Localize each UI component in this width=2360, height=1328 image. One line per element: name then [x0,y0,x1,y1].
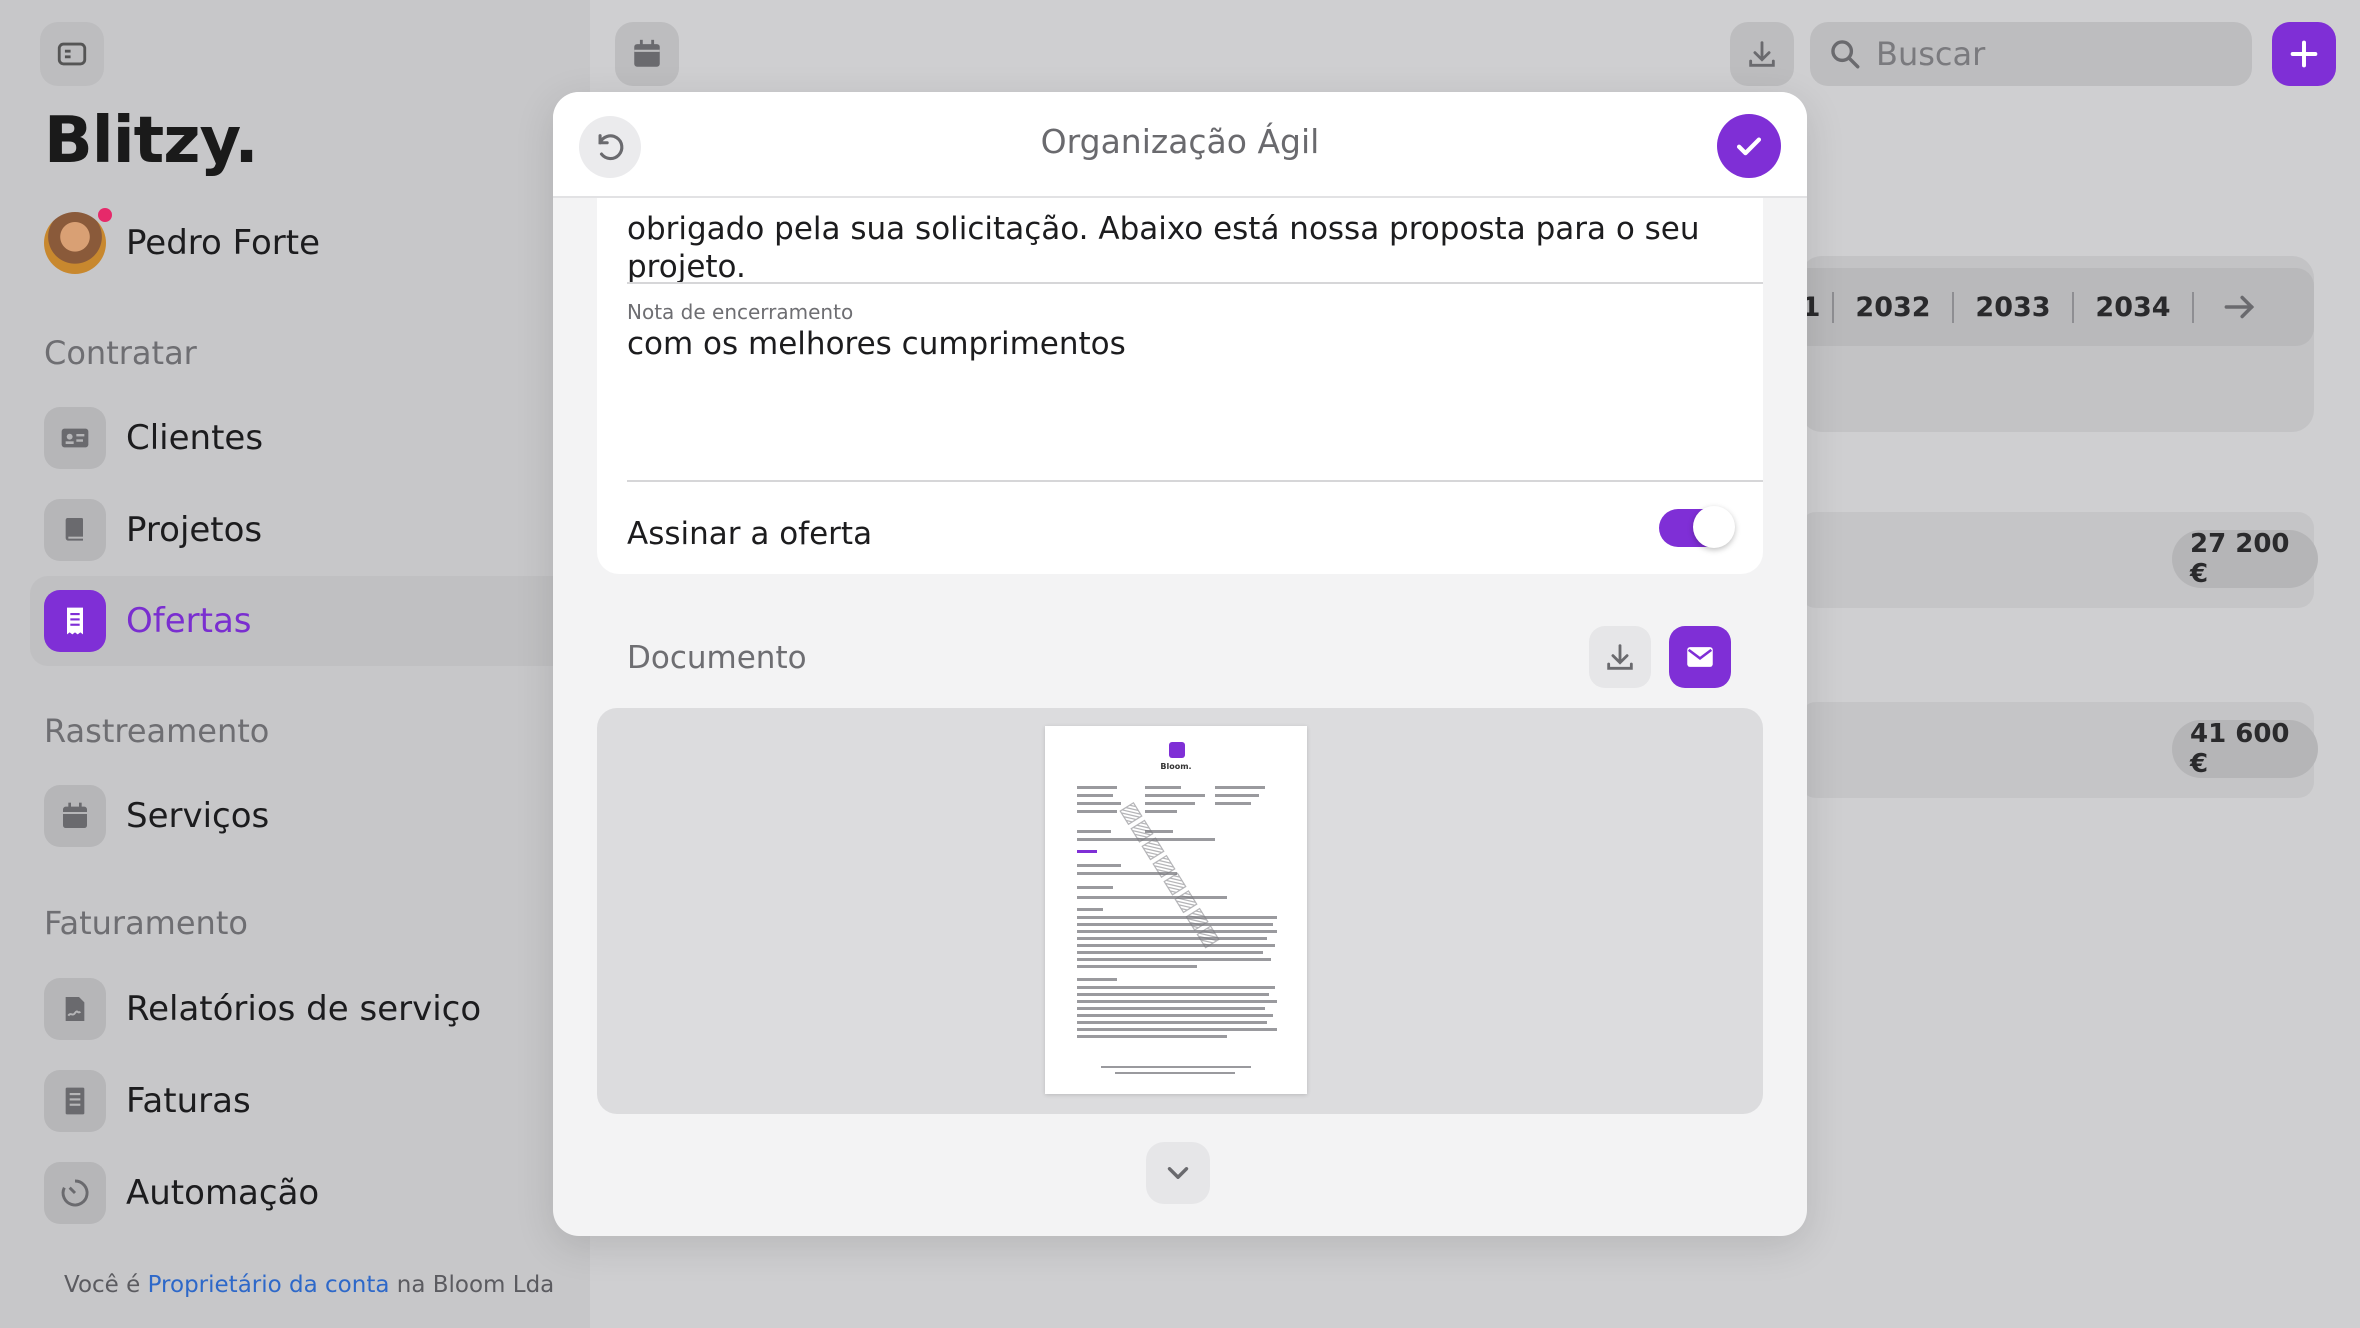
sidebar-item-automacao[interactable]: Automação [44,1162,319,1224]
document-preview-area: Bloom. ▨▨▨▨▨▨▨▨ [597,708,1763,1114]
amount-badge: 41 600 € [2172,719,2318,779]
search-icon [1831,40,1860,69]
book-icon [65,518,83,541]
sidebar-item-label: Serviços [126,796,270,836]
year-option[interactable]: 2033 [1954,291,2074,323]
calendar-icon [63,802,87,828]
sidebar-item-relatorios[interactable]: Relatórios de serviço [44,978,481,1040]
undo-icon [598,134,624,161]
year-option[interactable]: 2032 [1834,291,1954,323]
sidebar-toggle-button[interactable] [40,22,104,86]
document-thumbnail[interactable]: Bloom. ▨▨▨▨▨▨▨▨ [1045,726,1307,1094]
document-section-label: Documento [627,640,807,676]
intro-text-field[interactable]: obrigado pela sua solicitação. Abaixo es… [627,210,1727,286]
sidebar-item-label: Faturas [126,1081,251,1121]
sidebar-item-clientes[interactable]: Clientes [44,407,263,469]
watermark: ▨▨▨▨▨▨▨▨ [1115,797,1225,952]
sidebar-item-ofertas[interactable]: Ofertas [44,590,252,652]
sidebar-item-label: Clientes [126,418,264,458]
thumbnail-brand: Bloom. [1160,762,1192,771]
modal-title: Organização Ágil [1040,122,1320,161]
year-selector: 1 2032 2033 2034 [1790,268,2314,346]
sign-offer-label: Assinar a oferta [627,516,873,552]
user-name: Pedro Forte [126,223,321,263]
envelope-icon [1687,647,1713,667]
app-logo: Blitzy. [44,104,259,178]
download-icon [1607,644,1633,670]
user-profile[interactable]: Pedro Forte [44,208,321,274]
section-rastreamento: Rastreamento [44,712,270,750]
section-contratar: Contratar [44,334,197,372]
divider [627,282,1763,284]
export-button[interactable] [1730,22,1794,86]
notification-dot [98,208,112,222]
undo-button[interactable] [579,116,641,178]
calendar-button[interactable] [615,22,679,86]
sidebar-item-faturas[interactable]: Faturas [44,1070,251,1132]
sign-offer-toggle[interactable] [1659,506,1735,548]
footer-prefix: Você é [64,1272,141,1298]
closing-note-field[interactable]: com os melhores cumprimentos [627,326,1126,362]
sidebar-item-label: Projetos [126,510,263,550]
avatar [44,208,112,274]
sidebar-toggle-icon [57,42,87,66]
plus-icon [2290,40,2318,68]
sidebar-item-label: Relatórios de serviço [126,989,482,1029]
send-email-button[interactable] [1669,626,1731,688]
search-placeholder: Buscar [1876,35,1986,73]
section-faturamento: Faturamento [44,904,248,942]
timer-icon [61,1179,89,1207]
chevron-down-icon [1167,1167,1189,1179]
account-role-note: Você é Proprietário da conta na Bloom Ld… [64,1272,554,1298]
signature-icon [65,997,85,1021]
contact-card-icon [61,428,89,448]
thumbnail-logo [1169,742,1185,758]
checkmark-icon [1736,137,1762,156]
arrow-right-icon [2224,295,2255,319]
closing-note-label: Nota de encerramento [627,300,854,324]
divider [627,480,1763,482]
download-document-button[interactable] [1589,626,1651,688]
download-icon [1749,41,1775,67]
offer-modal: Organização Ágil obrigado pela sua solic… [553,92,1807,1236]
amount-badge: 27 200 € [2172,529,2318,589]
receipt-icon [67,607,83,635]
sidebar-item-servicos[interactable]: Serviços [44,785,269,847]
modal-header: Organização Ágil [553,92,1807,198]
footer-suffix: na Bloom Lda [396,1272,555,1298]
sidebar-item-label: Ofertas [126,601,252,641]
sidebar: Blitzy. Pedro Forte Contratar Clientes P… [0,0,590,1328]
next-year-button[interactable] [2194,288,2284,326]
sidebar-item-projetos[interactable]: Projetos [44,499,262,561]
sidebar-item-label: Automação [126,1173,320,1213]
account-owner-link[interactable]: Proprietário da conta [148,1272,390,1298]
invoice-icon [65,1087,85,1115]
year-option[interactable]: 2034 [2074,291,2194,323]
search-input[interactable]: Buscar [1810,22,2252,86]
confirm-button[interactable] [1717,114,1781,178]
offer-text-card: obrigado pela sua solicitação. Abaixo es… [597,198,1763,574]
toggle-knob [1693,506,1735,548]
add-button[interactable] [2272,22,2336,86]
calendar-icon [634,39,660,67]
expand-button[interactable] [1146,1142,1210,1204]
